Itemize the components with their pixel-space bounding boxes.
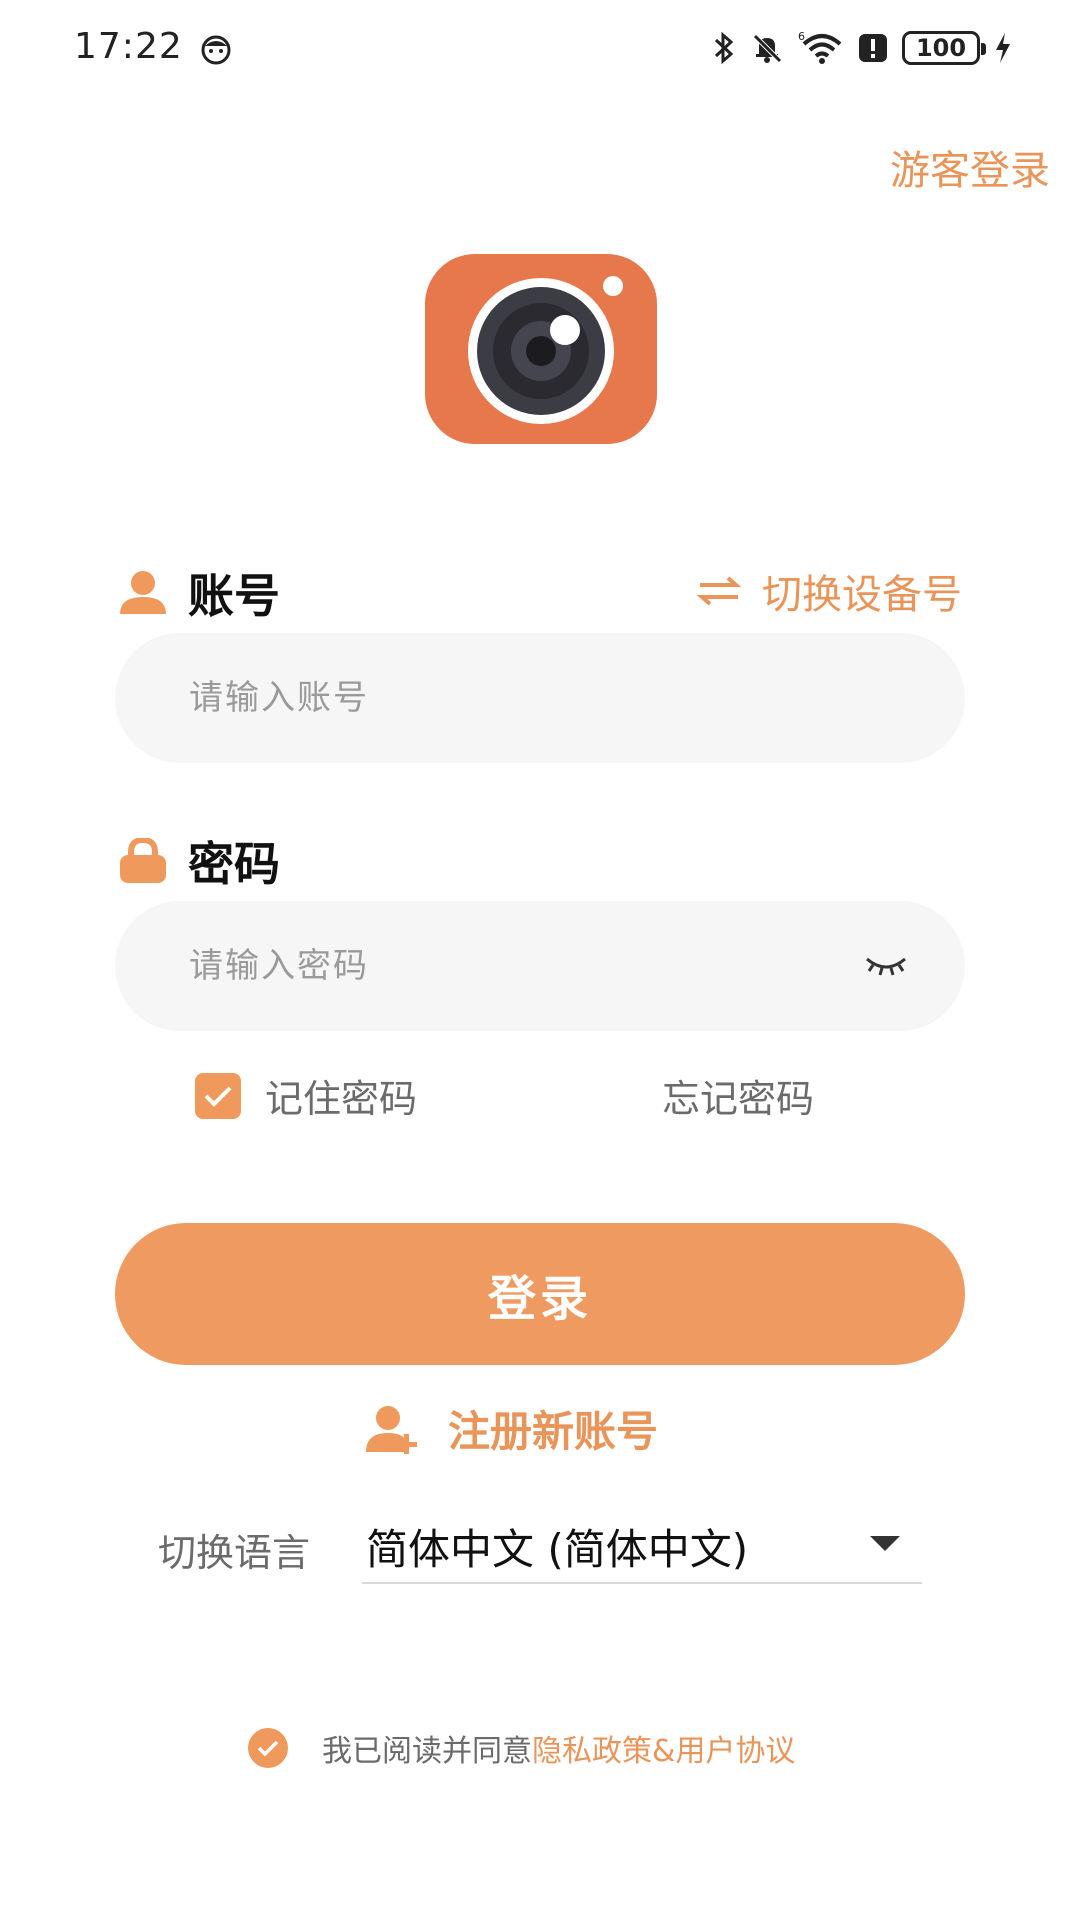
check-icon [257, 1740, 279, 1757]
language-value: 简体中文 (简体中文) [366, 1525, 749, 1574]
agreement-row: 我已阅读并同意隐私政策&用户协议 [248, 1726, 795, 1770]
login-button[interactable]: 登录 [115, 1223, 965, 1365]
guest-login-link[interactable]: 游客登录 [890, 138, 1050, 196]
account-label: 账号 [118, 560, 280, 626]
charging-icon [996, 33, 1010, 63]
status-time: 17:22 [74, 26, 183, 67]
language-select[interactable]: 简体中文 (简体中文) [362, 1502, 922, 1584]
forgot-password-link[interactable]: 忘记密码 [662, 1068, 814, 1123]
password-input[interactable] [189, 901, 829, 1031]
battery-icon: 100 [902, 31, 986, 65]
bluetooth-icon [714, 31, 734, 65]
remember-checkbox[interactable] [195, 1072, 241, 1119]
switch-device-button[interactable]: 切换设备号 [696, 562, 962, 620]
wifi-icon: 6 [798, 30, 842, 64]
mute-bell-icon [753, 34, 782, 63]
status-bar: 17:22 6 100 [0, 0, 1080, 100]
lock-icon [120, 838, 166, 883]
register-button[interactable]: 注册新账号 [366, 1398, 658, 1459]
svg-text:6: 6 [798, 30, 805, 43]
eye-closed-icon[interactable] [863, 951, 909, 981]
account-label-text: 账号 [188, 569, 280, 623]
remember-password-option[interactable]: 记住密码 [195, 1068, 417, 1123]
user-icon [120, 571, 166, 614]
agreement-text: 我已阅读并同意隐私政策&用户协议 [322, 1726, 795, 1770]
agreement-checkbox[interactable] [248, 1728, 288, 1768]
password-field[interactable] [115, 901, 965, 1031]
battery-level: 100 [915, 34, 967, 62]
agreement-prefix: 我已阅读并同意 [322, 1734, 532, 1769]
language-label: 切换语言 [158, 1531, 311, 1575]
status-icons: 6 100 [712, 28, 1012, 68]
swap-arrows-icon [696, 576, 742, 606]
account-input[interactable] [189, 633, 829, 763]
chevron-down-icon [870, 1536, 900, 1551]
password-label-text: 密码 [188, 837, 280, 891]
agreement-link[interactable]: 隐私政策&用户协议 [532, 1734, 795, 1769]
check-icon [204, 1086, 232, 1107]
password-label: 密码 [118, 828, 280, 894]
register-label: 注册新账号 [448, 1407, 659, 1456]
add-user-icon [366, 1405, 417, 1454]
alert-icon [859, 34, 887, 62]
remember-label: 记住密码 [265, 1077, 418, 1121]
switch-device-label: 切换设备号 [762, 572, 962, 618]
account-field[interactable] [115, 633, 965, 763]
face-icon [201, 35, 231, 65]
app-logo [425, 254, 657, 444]
